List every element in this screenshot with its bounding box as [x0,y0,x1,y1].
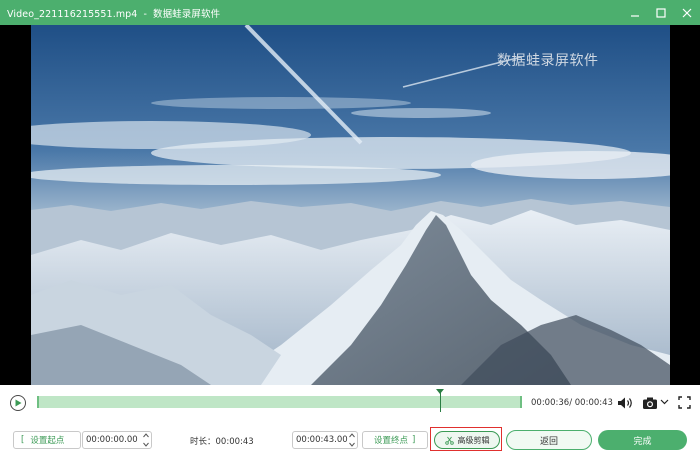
end-time-value: 00:00:43.00 [296,435,348,445]
video-preview[interactable]: 数据蛙录屏软件 [0,25,700,385]
timeline-track[interactable] [37,396,522,408]
maximize-button[interactable] [648,0,674,25]
done-label: 完成 [633,436,652,447]
trim-row: [ 设置起点 00:00:00.00 时长：00:00:43 00:00:43.… [0,427,700,451]
back-button[interactable]: 返回 [506,430,592,450]
highlight-box [430,427,502,451]
end-time-field[interactable]: 00:00:43.00 [292,431,358,449]
start-time-field[interactable]: 00:00:00.00 [82,431,152,449]
window-controls [622,0,700,25]
done-button[interactable]: 完成 [598,430,687,450]
set-end-label: 设置终点 [374,436,409,446]
screenshot-button[interactable] [642,396,658,413]
mountain-scene-image [31,25,670,385]
close-icon [682,8,692,17]
chevron-down-icon[interactable] [349,442,355,447]
play-icon [15,399,22,407]
chevron-down-icon [660,399,669,405]
minimize-icon [631,14,639,17]
set-start-label: 设置起点 [30,436,65,446]
end-time-stepper[interactable] [349,433,355,447]
set-start-button[interactable]: [ 设置起点 [13,431,81,449]
back-label: 返回 [539,436,558,447]
chevron-up-icon[interactable] [349,433,355,438]
screenshot-options-dropdown[interactable] [660,397,669,409]
duration-display: 时长：00:00:43 [190,435,254,447]
chevron-up-icon[interactable] [143,433,149,438]
duration-value: 00:00:43 [215,437,254,447]
time-readout: 00:00:36/ 00:00:43 [531,398,613,408]
minimize-button[interactable] [622,0,648,25]
speaker-icon [618,397,632,409]
set-end-button[interactable]: 设置终点 ] [362,431,428,449]
start-time-value: 00:00:00.00 [86,435,138,445]
video-frame [31,25,670,385]
chevron-down-icon[interactable] [143,442,149,447]
maximize-icon [656,7,666,18]
fullscreen-button[interactable] [678,396,691,412]
watermark-text: 数据蛙录屏软件 [497,53,599,69]
control-panel: 00:00:36/ 00:00:43 [ 设置起点 00:00:00.00 时长… [0,385,700,465]
current-time: 00:00:36 [531,398,570,408]
window-title: Video_221116215551.mp4- 数据蛙录屏软件 [7,6,220,20]
start-time-stepper[interactable] [143,433,149,447]
title-separator: - [143,8,147,20]
file-name: Video_221116215551.mp4 [7,8,138,20]
bracket-close-icon: ] [412,435,416,445]
camera-icon [643,397,657,409]
bracket-open-icon: [ [21,435,25,445]
duration-label: 时长： [190,437,216,447]
total-time: 00:00:43 [574,398,613,408]
title-bar: Video_221116215551.mp4- 数据蛙录屏软件 [0,0,700,25]
playhead-marker-icon[interactable] [436,389,444,394]
volume-button[interactable] [617,396,635,413]
play-button[interactable] [10,395,26,411]
close-button[interactable] [674,0,700,25]
app-name: 数据蛙录屏软件 [152,8,221,20]
fullscreen-icon [678,396,691,409]
